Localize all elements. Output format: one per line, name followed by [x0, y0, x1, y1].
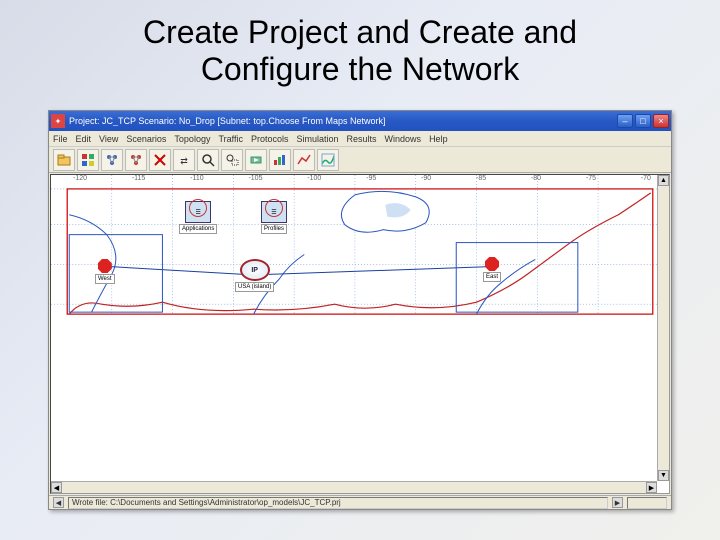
node-label: Applications [179, 224, 217, 234]
maximize-button[interactable]: □ [635, 114, 651, 128]
status-prev-button[interactable]: ◀ [53, 497, 64, 508]
play-icon[interactable] [245, 149, 267, 171]
config-object-icon: ☰ [261, 201, 287, 223]
deploy-server-icon[interactable] [125, 149, 147, 171]
statusbar: ◀ Wrote file: C:\Documents and Settings\… [49, 495, 671, 509]
subnet-icon [485, 257, 499, 271]
close-button[interactable]: × [653, 114, 669, 128]
app-window: ✦ Project: JC_TCP Scenario: No_Drop [Sub… [48, 110, 672, 510]
status-next-button[interactable]: ▶ [612, 497, 623, 508]
menu-edit[interactable]: Edit [76, 134, 92, 144]
titlebar[interactable]: ✦ Project: JC_TCP Scenario: No_Drop [Sub… [49, 111, 671, 131]
verify-icon[interactable] [269, 149, 291, 171]
slide-title: Create Project and Create and Configure … [0, 0, 720, 94]
map-background [51, 175, 669, 493]
svg-text:⇄: ⇄ [180, 156, 188, 166]
ace-icon[interactable]: ⇄ [173, 149, 195, 171]
menu-traffic[interactable]: Traffic [218, 134, 243, 144]
horizontal-scrollbar[interactable]: ◀ ▶ [51, 481, 657, 493]
minimize-button[interactable]: – [617, 114, 633, 128]
scroll-left-button[interactable]: ◀ [51, 482, 62, 493]
scroll-up-button[interactable]: ▲ [658, 175, 669, 186]
menu-file[interactable]: File [53, 134, 68, 144]
scroll-right-button[interactable]: ▶ [646, 482, 657, 493]
menu-simulation[interactable]: Simulation [297, 134, 339, 144]
status-cell [627, 497, 667, 509]
vertical-scrollbar[interactable]: ▲ ▼ [657, 175, 669, 481]
node-label: USA (island) [235, 282, 274, 292]
node-profiles[interactable]: ☰ Profiles [261, 201, 287, 234]
zoom-rect-icon[interactable] [221, 149, 243, 171]
app-icon: ✦ [51, 114, 65, 128]
node-east[interactable]: East [483, 257, 501, 282]
config-object-icon: ☰ [185, 201, 211, 223]
node-label: Profiles [261, 224, 287, 234]
menu-view[interactable]: View [99, 134, 118, 144]
window-controls: – □ × [617, 114, 669, 128]
menu-topology[interactable]: Topology [174, 134, 210, 144]
zoom-icon[interactable] [197, 149, 219, 171]
menu-protocols[interactable]: Protocols [251, 134, 289, 144]
node-west[interactable]: West [95, 259, 115, 284]
ip-cloud-icon: IP [240, 259, 270, 281]
menu-results[interactable]: Results [347, 134, 377, 144]
report-icon[interactable] [317, 149, 339, 171]
workspace-canvas[interactable]: -120 -115 -110 -105 -100 -95 -90 -85 -80… [50, 174, 670, 494]
results-icon[interactable] [293, 149, 315, 171]
window-title: Project: JC_TCP Scenario: No_Drop [Subne… [69, 116, 617, 126]
status-text: Wrote file: C:\Documents and Settings\Ad… [68, 497, 608, 509]
open-icon[interactable] [53, 149, 75, 171]
node-applications[interactable]: ☰ Applications [179, 201, 217, 234]
menu-scenarios[interactable]: Scenarios [126, 134, 166, 144]
node-ip-cloud[interactable]: IP USA (island) [235, 259, 274, 292]
deploy-app-icon[interactable] [101, 149, 123, 171]
node-label: East [483, 272, 501, 282]
menu-help[interactable]: Help [429, 134, 448, 144]
menubar: File Edit View Scenarios Topology Traffi… [49, 131, 671, 147]
node-label: West [95, 274, 115, 284]
scroll-down-button[interactable]: ▼ [658, 470, 669, 481]
toolbar: ⇄ [49, 147, 671, 173]
menu-windows[interactable]: Windows [385, 134, 422, 144]
failure-icon[interactable] [149, 149, 171, 171]
subnet-icon [98, 259, 112, 273]
object-palette-icon[interactable] [77, 149, 99, 171]
